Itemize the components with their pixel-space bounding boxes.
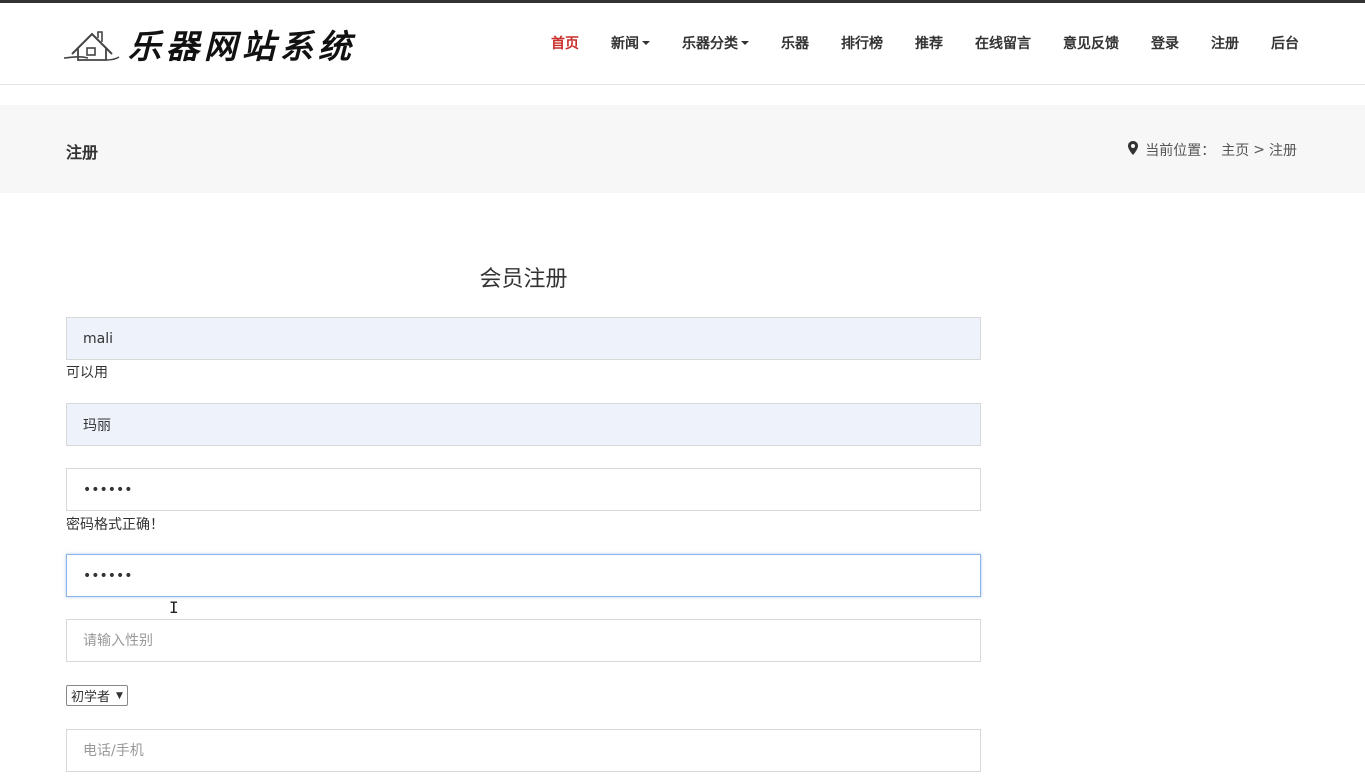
confirm-password-field[interactable] xyxy=(66,554,981,597)
breadcrumb-separator: > xyxy=(1253,142,1265,158)
nav-message-board[interactable]: 在线留言 xyxy=(975,33,1031,53)
main-nav: 首页 新闻 乐器分类 乐器 排行榜 推荐 在线留言 意见反馈 登录 注册 后台 xyxy=(519,33,1299,53)
nav-label: 后台 xyxy=(1271,36,1299,52)
password-field[interactable] xyxy=(66,468,981,511)
nav-label: 乐器分类 xyxy=(682,36,738,52)
site-title: 乐器网站系统 xyxy=(128,27,356,66)
realname-field[interactable] xyxy=(66,403,981,446)
form-title: 会员注册 xyxy=(479,267,568,292)
nav-recommend[interactable]: 推荐 xyxy=(915,33,943,53)
map-pin-icon xyxy=(1128,141,1139,159)
nav-home[interactable]: 首页 xyxy=(551,33,579,53)
page-title: 注册 xyxy=(66,143,99,162)
nav-news[interactable]: 新闻 xyxy=(611,33,650,53)
breadcrumb-current: 注册 xyxy=(1269,143,1297,159)
breadcrumb: 当前位置： 主页 > 注册 xyxy=(1128,140,1297,160)
nav-label: 排行榜 xyxy=(841,36,883,52)
nav-instruments[interactable]: 乐器 xyxy=(781,33,809,53)
nav-label: 登录 xyxy=(1151,36,1179,52)
phone-input[interactable] xyxy=(67,730,980,771)
confirm-password-input[interactable] xyxy=(67,555,980,596)
text-cursor-icon: I xyxy=(169,598,179,617)
site-logo[interactable]: 乐器网站系统 xyxy=(62,21,356,67)
username-input[interactable] xyxy=(67,318,980,359)
nav-register[interactable]: 注册 xyxy=(1211,33,1239,53)
nav-ranking[interactable]: 排行榜 xyxy=(841,33,883,53)
caret-down-icon xyxy=(642,41,650,45)
nav-label: 首页 xyxy=(551,36,579,52)
site-header: 乐器网站系统 首页 新闻 乐器分类 乐器 排行榜 推荐 在线留言 意见反馈 登录… xyxy=(0,3,1365,85)
phone-field[interactable] xyxy=(66,729,981,772)
nav-label: 新闻 xyxy=(611,36,639,52)
level-select-value: 初学者 xyxy=(71,690,111,705)
username-hint: 可以用 xyxy=(66,365,108,381)
realname-input[interactable] xyxy=(67,404,980,445)
level-select[interactable]: 初学者 ▼ xyxy=(66,685,128,706)
nav-instrument-category[interactable]: 乐器分类 xyxy=(682,33,749,53)
nav-label: 意见反馈 xyxy=(1063,36,1119,52)
house-icon xyxy=(62,24,120,64)
nav-login[interactable]: 登录 xyxy=(1151,33,1179,53)
nav-admin[interactable]: 后台 xyxy=(1271,33,1299,53)
nav-label: 推荐 xyxy=(915,36,943,52)
password-hint: 密码格式正确！ xyxy=(66,517,164,533)
caret-down-icon xyxy=(741,41,749,45)
breadcrumb-prefix: 当前位置： xyxy=(1145,143,1216,159)
breadcrumb-home-link[interactable]: 主页 xyxy=(1221,140,1249,160)
nav-label: 注册 xyxy=(1211,36,1239,52)
nav-label: 乐器 xyxy=(781,36,809,52)
username-field[interactable] xyxy=(66,317,981,360)
nav-label: 在线留言 xyxy=(975,36,1031,52)
nav-feedback[interactable]: 意见反馈 xyxy=(1063,33,1119,53)
gender-field[interactable] xyxy=(66,619,981,662)
dropdown-arrow-icon: ▼ xyxy=(116,690,123,701)
page-title-band: 注册 当前位置： 主页 > 注册 xyxy=(0,105,1365,193)
password-input[interactable] xyxy=(67,469,980,510)
gender-input[interactable] xyxy=(67,620,980,661)
